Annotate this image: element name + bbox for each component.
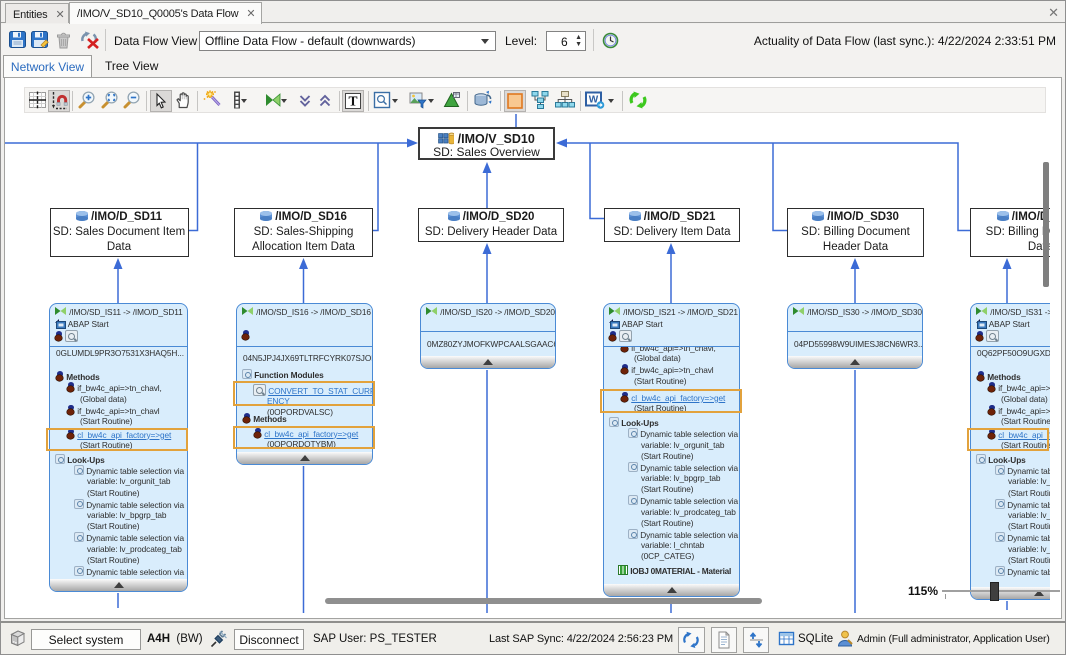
svg-text:T: T: [348, 94, 357, 109]
